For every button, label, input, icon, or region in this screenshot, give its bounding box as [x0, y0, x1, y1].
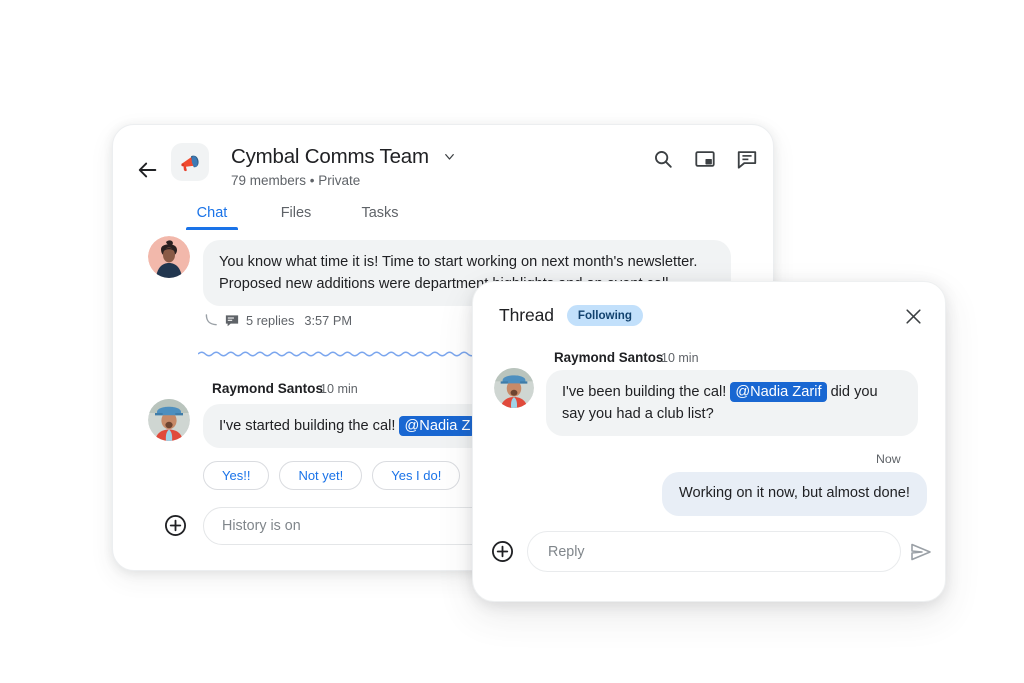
tab-chat[interactable]: Chat [170, 205, 254, 230]
message-time: 10 min [661, 351, 699, 365]
thread-header: Thread Following [499, 305, 643, 326]
quick-reply-chip-not-yet[interactable]: Not yet! [279, 461, 363, 490]
thread-reply-curve-icon [205, 314, 217, 326]
message-bubble: I've been building the cal! @Nadia Zarif… [546, 370, 918, 437]
chevron-down-icon[interactable] [442, 149, 457, 164]
space-title-block: Cymbal Comms Team 79 members • Private [231, 145, 457, 188]
thread-reply-icon [225, 314, 239, 326]
thread-summary[interactable]: 5 replies 3:57 PM [205, 313, 352, 328]
quick-reply-chip-yes-i-do[interactable]: Yes I do! [372, 461, 461, 490]
space-avatar [171, 143, 209, 181]
back-arrow-icon[interactable] [137, 159, 159, 181]
reply-time: 3:57 PM [304, 313, 353, 328]
thread-title: Thread [499, 305, 554, 325]
reply-count: 5 replies [246, 313, 295, 328]
quick-reply-chips: Yes!! Not yet! Yes I do! [203, 461, 461, 490]
tab-files[interactable]: Files [254, 205, 338, 230]
avatar-man-cap [494, 368, 534, 408]
reply-placeholder: Reply [548, 543, 585, 560]
outgoing-message-bubble: Working on it now, but almost done! [662, 472, 927, 516]
app-canvas: Cymbal Comms Team 79 members • Private C… [0, 0, 1024, 683]
send-icon[interactable] [909, 540, 933, 564]
following-badge[interactable]: Following [566, 305, 643, 326]
search-icon[interactable] [652, 148, 674, 170]
avatar [494, 368, 534, 408]
avatar [148, 236, 190, 278]
message-author: Raymond Santos [554, 350, 664, 365]
page-title: Cymbal Comms Team [231, 145, 429, 168]
quick-reply-chip-yes[interactable]: Yes!! [203, 461, 270, 490]
mention-chip[interactable]: @Nadia Z [399, 416, 476, 436]
mention-chip[interactable]: @Nadia Zarif [730, 382, 827, 402]
avatar-woman [148, 236, 190, 278]
plus-circle-icon[interactable] [164, 514, 187, 537]
close-icon[interactable] [904, 307, 923, 326]
message-text-before: I've been building the cal! [562, 384, 727, 400]
plus-circle-icon[interactable] [491, 540, 514, 563]
header-actions [652, 148, 758, 170]
message-time: 10 min [320, 382, 358, 396]
tab-tasks[interactable]: Tasks [338, 205, 422, 230]
avatar [148, 399, 190, 441]
picture-in-picture-icon[interactable] [694, 148, 716, 170]
message-author: Raymond Santos [212, 381, 324, 396]
chat-bubble-icon[interactable] [736, 148, 758, 170]
reply-composer[interactable]: Reply [527, 531, 901, 572]
tab-bar: Chat Files Tasks [170, 205, 422, 230]
message-text: I've started building the cal! [219, 418, 396, 434]
avatar-man-cap [148, 399, 190, 441]
space-subtitle: 79 members • Private [231, 173, 361, 188]
outgoing-message-time: Now [876, 452, 901, 466]
megaphone-icon [180, 155, 199, 171]
composer-placeholder: History is on [222, 518, 301, 534]
